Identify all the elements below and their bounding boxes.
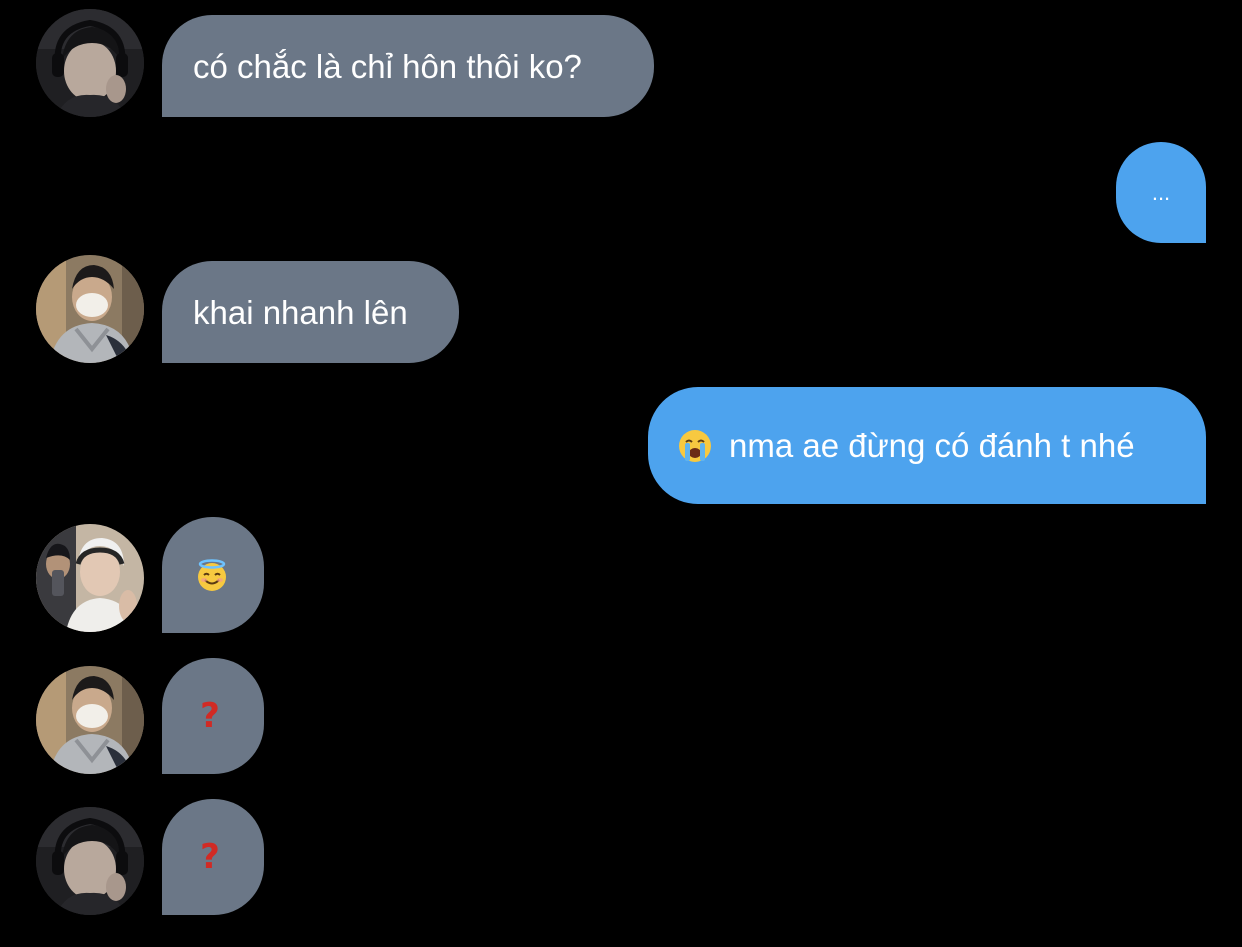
avatar-headphones[interactable] [36,807,144,915]
avatar-headphones-image [36,9,144,117]
smiling-face-with-halo-icon [195,558,229,592]
message-text: khai nhanh lên [193,293,408,331]
avatar-cream-face[interactable] [36,666,144,774]
avatar-mirror-selfie[interactable] [36,524,144,632]
red-question-mark-icon: ? [200,837,220,877]
message-text: ... [1151,179,1171,205]
avatar-mirror-selfie-image [36,524,144,632]
avatar-cream-face-image [36,666,144,774]
incoming-message-bubble[interactable]: ? [162,658,264,774]
loudly-crying-face-icon [678,429,712,463]
outgoing-message-bubble[interactable]: ... [1116,142,1206,243]
avatar-headphones-image [36,807,144,915]
avatar-cream-face[interactable] [36,255,144,363]
outgoing-message-bubble[interactable]: nma ae đừng có đánh t nhé [648,387,1206,504]
red-question-mark-icon: ? [200,696,220,736]
incoming-message-bubble[interactable] [162,517,264,633]
avatar-headphones[interactable] [36,9,144,117]
message-text: nma ae đừng có đánh t nhé [729,427,1135,464]
incoming-message-bubble[interactable]: khai nhanh lên [162,261,459,363]
incoming-message-bubble[interactable]: ? [162,799,264,915]
avatar-cream-face-image [36,255,144,363]
message-text: có chắc là chỉ hôn thôi ko? [193,47,582,85]
incoming-message-bubble[interactable]: có chắc là chỉ hôn thôi ko? [162,15,654,117]
